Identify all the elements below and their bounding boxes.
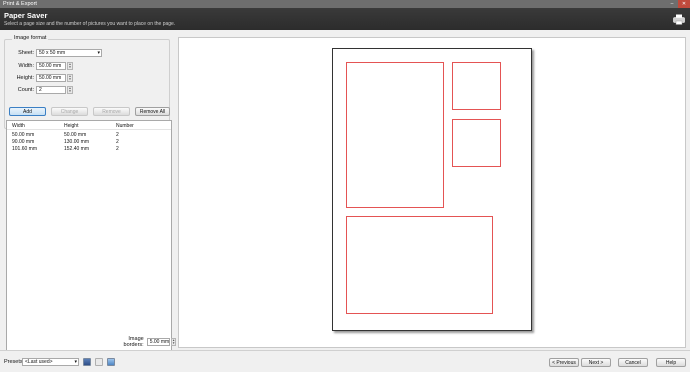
help-button[interactable]: Help	[656, 358, 686, 367]
wizard-header: Paper Saver Select a page size and the n…	[0, 8, 690, 30]
sheet-select[interactable]: 50 x 50 mm ▾	[36, 49, 102, 57]
count-row: Count: 2 ▲ ▼	[0, 86, 73, 94]
close-button[interactable]: ✕	[678, 0, 690, 8]
image-format-group-title: Image format	[12, 35, 49, 41]
width-input[interactable]: 50.00 mm	[36, 62, 66, 70]
height-row: Height: 50.00 mm ▲ ▼	[0, 74, 73, 82]
width-label: Width:	[18, 63, 34, 69]
list-item[interactable]: 101.60 mm 152.40 mm 2	[7, 146, 171, 152]
list-cell-width: 90.00 mm	[12, 139, 35, 145]
presets-select-value: <Last used>	[25, 359, 53, 365]
arrow-down-icon: ▼	[68, 89, 72, 93]
width-row: Width: 50.00 mm ▲ ▼	[0, 62, 73, 70]
wizard-footer: Presets: <Last used> ▾ < Previous Next >…	[0, 350, 690, 372]
width-stepper[interactable]: ▲ ▼	[67, 62, 73, 70]
page-preview	[332, 48, 532, 331]
count-label: Count:	[17, 87, 34, 93]
arrow-down-icon: ▼	[172, 341, 176, 345]
arrow-down-icon: ▼	[68, 65, 72, 69]
window-title-bar: Print & Export – ✕	[0, 0, 690, 8]
remove-all-button[interactable]: Remove All	[135, 107, 170, 116]
list-cell-width: 50.00 mm	[12, 132, 35, 138]
delete-preset-icon[interactable]	[95, 358, 103, 366]
page-title: Paper Saver	[4, 11, 48, 20]
list-item[interactable]: 90.00 mm 130.00 mm 2	[7, 139, 171, 145]
image-borders-label: Image borders:	[123, 336, 144, 348]
picture-slot	[452, 62, 501, 110]
arrow-down-icon: ▼	[68, 77, 72, 81]
printer-icon	[673, 14, 685, 25]
height-label: Height:	[16, 75, 34, 81]
change-button[interactable]: Change	[51, 107, 88, 116]
list-cell-height: 152.40 mm	[64, 146, 90, 152]
page-subtitle: Select a page size and the number of pic…	[4, 21, 176, 27]
column-header-height[interactable]: Height	[64, 123, 78, 129]
save-preset-icon[interactable]	[83, 358, 91, 366]
sheet-row: Sheet: 50 x 50 mm ▾	[0, 49, 102, 57]
list-cell-width: 101.60 mm	[12, 146, 38, 152]
sheet-label: Sheet:	[18, 50, 34, 56]
list-cell-height: 50.00 mm	[64, 132, 87, 138]
minimize-button[interactable]: –	[666, 0, 678, 8]
image-borders-input[interactable]: 5.00 mm	[146, 338, 171, 346]
remove-button[interactable]: Remove	[93, 107, 130, 116]
window-title: Print & Export	[3, 1, 37, 7]
picture-slot	[346, 62, 444, 208]
list-cell-number: 2	[116, 132, 119, 138]
chevron-down-icon: ▾	[74, 359, 77, 365]
settings-panel: Image format Sheet: 50 x 50 mm ▾ Width: …	[0, 30, 177, 362]
layout-preview	[178, 37, 686, 348]
sheet-select-value: 50 x 50 mm	[39, 50, 66, 56]
add-button[interactable]: Add	[9, 107, 46, 116]
column-header-width[interactable]: Width	[12, 123, 25, 129]
list-cell-number: 2	[116, 139, 119, 145]
count-input[interactable]: 2	[36, 86, 66, 94]
previous-button[interactable]: < Previous	[549, 358, 579, 367]
chevron-down-icon: ▾	[97, 50, 100, 56]
list-item[interactable]: 50.00 mm 50.00 mm 2	[7, 132, 171, 138]
image-borders-row: Image borders: 5.00 mm ▲ ▼	[116, 336, 177, 348]
window-controls: – ✕	[666, 0, 690, 8]
image-borders-stepper[interactable]: ▲ ▼	[171, 338, 177, 346]
column-header-number[interactable]: Number	[116, 123, 134, 129]
presets-select[interactable]: <Last used> ▾	[22, 358, 79, 366]
count-stepper[interactable]: ▲ ▼	[67, 86, 73, 94]
height-stepper[interactable]: ▲ ▼	[67, 74, 73, 82]
picture-slot	[346, 216, 493, 314]
list-cell-number: 2	[116, 146, 119, 152]
height-input[interactable]: 50.00 mm	[36, 74, 66, 82]
format-list[interactable]: Width Height Number 50.00 mm 50.00 mm 2 …	[6, 120, 172, 362]
list-header: Width Height Number	[7, 121, 171, 130]
cancel-button[interactable]: Cancel	[618, 358, 648, 367]
picture-slot	[452, 119, 501, 167]
reset-preset-icon[interactable]	[107, 358, 115, 366]
next-button[interactable]: Next >	[581, 358, 611, 367]
list-cell-height: 130.00 mm	[64, 139, 90, 145]
